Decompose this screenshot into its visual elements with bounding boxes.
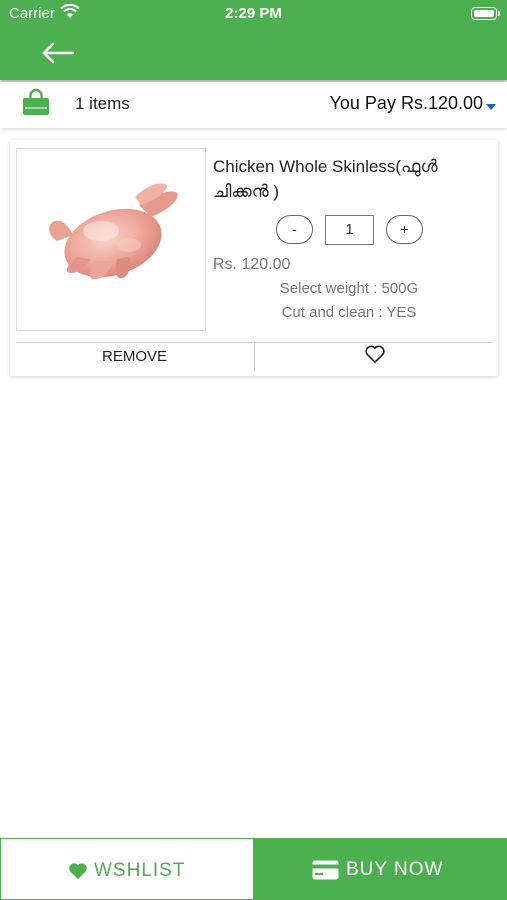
cut-and-clean-option: Cut and clean : YES: [281, 304, 417, 321]
product-name: Chicken Whole Skinless(ഫുൾ ചിക്കൻ ): [213, 157, 438, 201]
total-pay-label[interactable]: You Pay Rs.120.00: [330, 93, 483, 114]
buy-now-button[interactable]: BUY NOW: [254, 838, 507, 900]
cart-summary-bar: 1 items You Pay Rs.120.00: [0, 82, 507, 128]
status-time: 2:29 PM: [225, 5, 282, 22]
wishlist-button-label: WSHLIST: [94, 860, 186, 881]
shopping-bag-icon: [22, 88, 50, 121]
arrow-left-icon: [42, 42, 75, 64]
items-count: 1 items: [75, 94, 130, 113]
heart-icon: [69, 863, 87, 880]
buy-now-button-label: BUY NOW: [346, 859, 444, 880]
heart-outline-icon: [365, 345, 385, 363]
credit-card-icon: [312, 860, 339, 880]
quantity-increase-button[interactable]: +: [386, 215, 423, 244]
quantity-field[interactable]: 1: [325, 215, 374, 245]
add-to-wishlist-button[interactable]: [254, 342, 492, 370]
quantity-decrease-button[interactable]: -: [276, 215, 313, 244]
cart-item-card: Chicken Whole Skinless(ഫുൾ ചിക്കൻ ) - 1 …: [10, 140, 498, 376]
selected-weight: Select weight : 500G: [279, 280, 419, 297]
product-price: Rs. 120.00: [213, 256, 291, 273]
status-bar: Carrier 2:29 PM: [0, 0, 507, 28]
wishlist-button[interactable]: WSHLIST: [0, 838, 254, 900]
app-header: Carrier 2:29 PM: [0, 0, 507, 80]
back-button[interactable]: [40, 40, 76, 66]
battery-icon: [471, 7, 500, 20]
product-image: [16, 148, 206, 331]
bottom-action-bar: WSHLIST BUY NOW: [0, 838, 507, 900]
remove-button[interactable]: REMOVE: [16, 342, 253, 370]
caret-down-icon[interactable]: [485, 98, 497, 116]
